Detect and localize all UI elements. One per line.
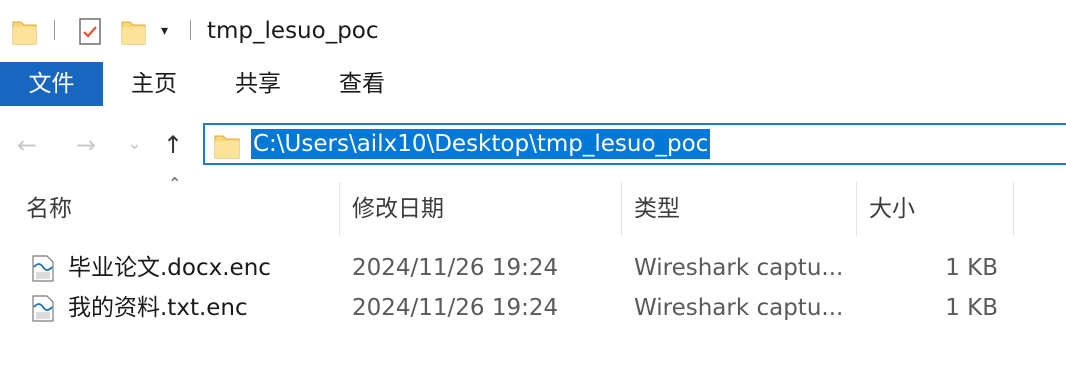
tab-share[interactable]: 共享 bbox=[221, 62, 295, 106]
ribbon-tabs: 文件 主页 共享 查看 bbox=[0, 62, 1066, 106]
customize-quick-access-dropdown[interactable]: ▾ bbox=[161, 21, 168, 41]
properties-icon[interactable] bbox=[78, 17, 102, 46]
window-title: tmp_lesuo_poc bbox=[207, 18, 379, 44]
file-row[interactable]: 毕业论文.docx.enc 2024/11/26 19:24 Wireshark… bbox=[0, 248, 1066, 288]
title-bar: ▾ tmp_lesuo_poc bbox=[0, 0, 1066, 62]
column-divider[interactable] bbox=[621, 182, 622, 236]
new-folder-icon[interactable] bbox=[121, 17, 146, 46]
column-size[interactable]: 大小 bbox=[869, 178, 915, 240]
folder-icon bbox=[214, 135, 240, 159]
address-bar[interactable]: C:\Users\ailx10\Desktop\tmp_lesuo_poc bbox=[203, 123, 1066, 165]
column-header: ⌃ 名称 修改日期 类型 大小 bbox=[0, 174, 1066, 240]
file-size: 1 KB bbox=[945, 255, 998, 281]
file-date-modified: 2024/11/26 19:24 bbox=[352, 255, 559, 281]
sort-ascending-icon: ⌃ bbox=[168, 174, 182, 193]
back-button[interactable]: ← bbox=[17, 130, 37, 160]
recent-locations-button[interactable]: ⌄ bbox=[127, 129, 142, 159]
file-row[interactable]: 我的资料.txt.enc 2024/11/26 19:24 Wireshark … bbox=[0, 288, 1066, 328]
file-size: 1 KB bbox=[945, 295, 998, 321]
column-divider[interactable] bbox=[1013, 182, 1014, 236]
wireshark-capture-file-icon bbox=[32, 295, 54, 322]
file-name[interactable]: 毕业论文.docx.enc bbox=[68, 248, 271, 288]
tab-view[interactable]: 查看 bbox=[325, 62, 399, 106]
column-date-modified[interactable]: 修改日期 bbox=[352, 178, 444, 240]
tab-home[interactable]: 主页 bbox=[117, 62, 191, 106]
toolbar-separator bbox=[190, 20, 191, 40]
file-type: Wireshark captu... bbox=[634, 295, 844, 321]
address-input[interactable]: C:\Users\ailx10\Desktop\tmp_lesuo_poc bbox=[251, 129, 711, 159]
file-type: Wireshark captu... bbox=[634, 255, 844, 281]
folder-icon[interactable] bbox=[12, 17, 37, 46]
toolbar-separator bbox=[54, 20, 55, 40]
forward-button[interactable]: → bbox=[76, 130, 96, 160]
wireshark-capture-file-icon bbox=[32, 255, 54, 282]
tab-file[interactable]: 文件 bbox=[0, 62, 103, 106]
column-divider[interactable] bbox=[339, 182, 340, 236]
column-divider[interactable] bbox=[856, 182, 857, 236]
column-name[interactable]: 名称 bbox=[26, 178, 72, 240]
file-date-modified: 2024/11/26 19:24 bbox=[352, 295, 559, 321]
navigation-bar: ← → ⌄ ↑ C:\Users\ailx10\Desktop\tmp_lesu… bbox=[0, 118, 1066, 174]
up-button[interactable]: ↑ bbox=[163, 130, 183, 160]
file-name[interactable]: 我的资料.txt.enc bbox=[68, 288, 248, 328]
column-type[interactable]: 类型 bbox=[634, 178, 680, 240]
